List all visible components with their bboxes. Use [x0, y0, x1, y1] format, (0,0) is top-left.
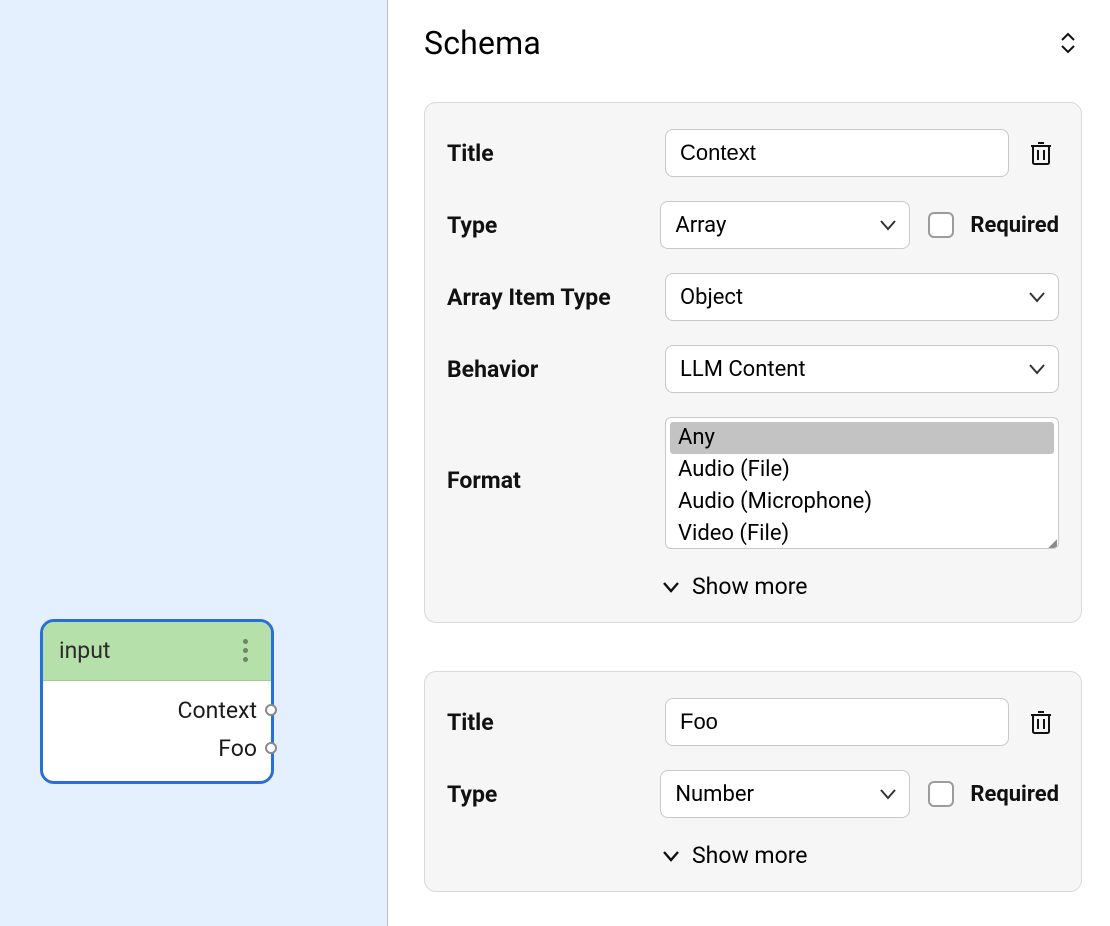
field-row-format: Format Any Audio (File) Audio (Microphon… [447, 417, 1059, 549]
panel-header: Schema [424, 24, 1082, 62]
select-value: LLM Content [680, 357, 806, 382]
field-row-array-item-type: Array Item Type Object [447, 273, 1059, 321]
field-label: Type [447, 212, 642, 239]
format-option[interactable]: Video (File) [670, 518, 1054, 549]
delete-icon[interactable] [1023, 704, 1059, 740]
required-checkbox[interactable] [928, 781, 954, 807]
show-more-label: Show more [692, 842, 808, 869]
field-label: Type [447, 781, 642, 808]
select-value: Array [675, 213, 726, 238]
format-option[interactable]: Audio (Microphone) [670, 486, 1054, 518]
show-more-toggle[interactable]: Show more [447, 842, 1059, 869]
field-row-behavior: Behavior LLM Content [447, 345, 1059, 393]
port-handle-icon[interactable] [265, 742, 277, 754]
title-input[interactable] [665, 129, 1009, 177]
chevron-down-icon [662, 581, 680, 593]
node-header[interactable]: input [43, 622, 271, 681]
required-label: Required [970, 782, 1059, 807]
select-value: Object [680, 285, 743, 310]
show-more-label: Show more [692, 573, 808, 600]
format-listbox[interactable]: Any Audio (File) Audio (Microphone) Vide… [665, 417, 1059, 549]
chevron-down-icon [1028, 363, 1046, 375]
port-handle-icon[interactable] [265, 704, 277, 716]
port-label: Context [178, 697, 257, 724]
chevron-down-icon [1028, 291, 1046, 303]
output-port[interactable]: Foo [45, 729, 269, 767]
chevron-down-icon [879, 219, 897, 231]
field-row-type: Type Array Required [447, 201, 1059, 249]
chevron-down-icon [879, 788, 897, 800]
output-port[interactable]: Context [45, 691, 269, 729]
field-label: Array Item Type [447, 284, 647, 311]
node-title: input [59, 637, 110, 664]
behavior-select[interactable]: LLM Content [665, 345, 1059, 393]
show-more-toggle[interactable]: Show more [447, 573, 1059, 600]
schema-card: Title Type Array [424, 102, 1082, 623]
type-select[interactable]: Array [660, 201, 910, 249]
array-item-type-select[interactable]: Object [665, 273, 1059, 321]
field-row-title: Title [447, 698, 1059, 746]
required-label: Required [970, 213, 1059, 238]
field-label: Title [447, 709, 647, 736]
title-input[interactable] [665, 698, 1009, 746]
format-option[interactable]: Any [670, 422, 1054, 454]
field-label: Format [447, 417, 647, 494]
collapse-icon[interactable] [1054, 27, 1082, 59]
resize-handle-icon[interactable]: ◢ [1048, 540, 1055, 546]
schema-panel: Schema Title [388, 0, 1110, 926]
node-input[interactable]: input Context Foo [40, 619, 274, 784]
graph-canvas[interactable]: input Context Foo [0, 0, 388, 926]
chevron-down-icon [662, 850, 680, 862]
more-vert-icon[interactable] [235, 636, 255, 664]
required-checkbox[interactable] [928, 212, 954, 238]
format-option[interactable]: Audio (File) [670, 454, 1054, 486]
port-label: Foo [218, 735, 257, 762]
select-value: Number [675, 782, 754, 807]
panel-title: Schema [424, 24, 541, 62]
delete-icon[interactable] [1023, 135, 1059, 171]
node-body: Context Foo [43, 681, 271, 781]
schema-card: Title Type Number [424, 671, 1082, 892]
field-label: Behavior [447, 356, 647, 383]
field-row-title: Title [447, 129, 1059, 177]
field-row-type: Type Number Required [447, 770, 1059, 818]
type-select[interactable]: Number [660, 770, 910, 818]
field-label: Title [447, 140, 647, 167]
